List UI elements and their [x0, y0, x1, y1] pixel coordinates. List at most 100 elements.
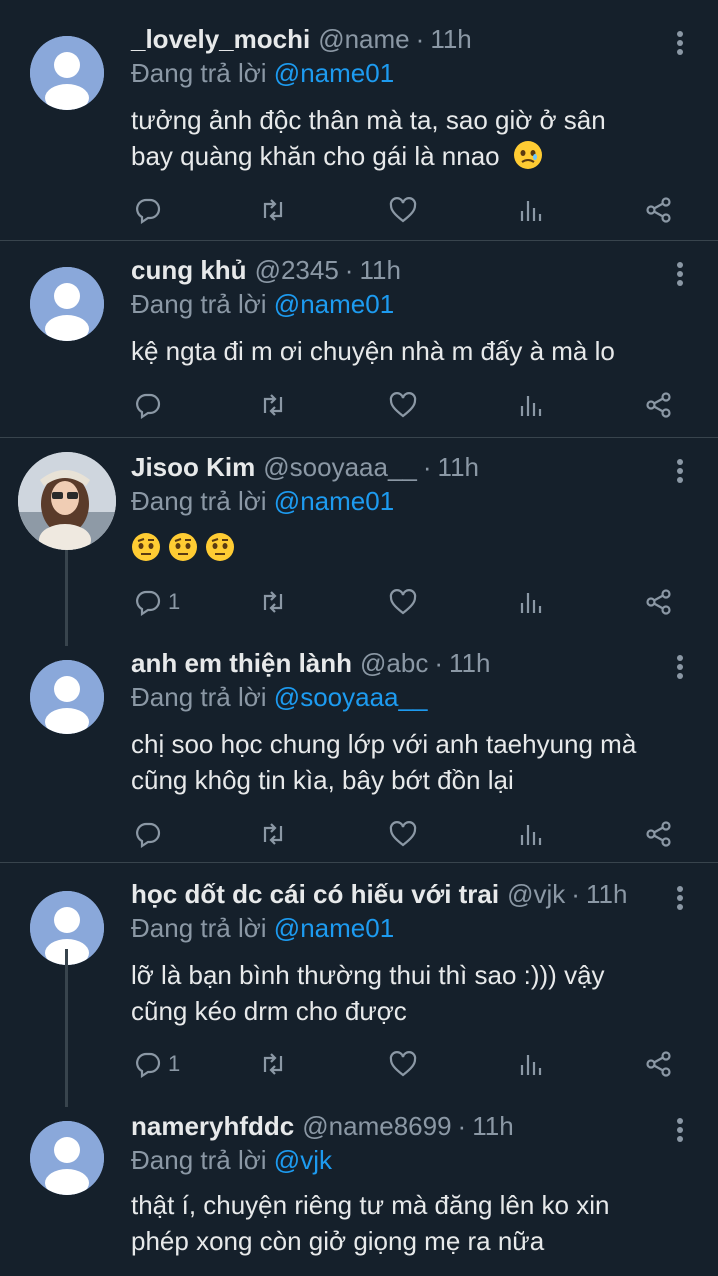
retweet-icon	[263, 199, 283, 221]
avatar[interactable]	[30, 1121, 104, 1195]
tweet-text: chị soo học chung lớp với anh taehyung m…	[131, 726, 701, 798]
avatar[interactable]	[30, 267, 104, 341]
like-icon	[389, 821, 417, 847]
user-handle[interactable]: @2345	[255, 255, 339, 286]
reply-icon	[136, 822, 161, 848]
tweet[interactable]: _lovely_mochi @name · 11h Đang trả lời @…	[0, 0, 718, 240]
views-icon	[520, 396, 542, 416]
share-icon	[646, 821, 671, 847]
reply-icon	[136, 1052, 161, 1078]
tweet[interactable]: nameryhfddc @name8699 · 11h Đang trả lời…	[0, 1093, 718, 1276]
tweet[interactable]: anh em thiện lành @abc · 11h Đang trả lờ…	[0, 646, 718, 862]
timestamp[interactable]: 11h	[438, 452, 479, 483]
tweet-text: tưởng ảnh độc thân mà ta, sao giờ ở sân …	[131, 102, 701, 174]
like-icon	[389, 589, 417, 615]
display-name[interactable]: _lovely_mochi	[131, 24, 310, 55]
tweet-text: kệ ngta đi m ơi chuyện nhà m đấy à mà lo	[131, 333, 701, 369]
views-button[interactable]	[519, 192, 545, 228]
reply-button[interactable]	[134, 816, 168, 852]
timestamp[interactable]: 11h	[449, 648, 490, 679]
user-handle[interactable]: @vjk	[507, 879, 565, 910]
user-handle[interactable]: @name8699	[302, 1111, 451, 1142]
display-name[interactable]: Jisoo Kim	[131, 452, 255, 483]
action-bar	[0, 387, 718, 423]
tweet[interactable]: cung khủ @2345 · 11h Đang trả lời @name0…	[0, 241, 718, 437]
timestamp[interactable]: 11h	[472, 1111, 513, 1142]
reply-mention-link[interactable]: @sooyaaa__	[274, 682, 428, 712]
timestamp[interactable]: 11h	[586, 879, 627, 910]
views-button[interactable]	[519, 584, 545, 620]
reply-mention-link[interactable]: @name01	[274, 289, 394, 319]
user-handle[interactable]: @sooyaaa__	[263, 452, 417, 483]
like-button[interactable]	[388, 1046, 418, 1082]
like-icon	[389, 197, 417, 223]
reply-count: 1	[168, 589, 181, 614]
reply-count: 1	[168, 1051, 181, 1076]
tweet[interactable]: Jisoo Kim @sooyaaa__ · 11h Đang trả lời …	[0, 438, 718, 646]
user-handle[interactable]: @abc	[360, 648, 428, 679]
reply-button[interactable]	[134, 192, 168, 228]
reply-mention-link[interactable]: @name01	[274, 486, 394, 516]
user-handle[interactable]: @name	[318, 24, 409, 55]
tweet-text-line: kệ ngta đi m ơi chuyện nhà m đấy à mà lo	[131, 336, 615, 366]
separator-dot: ·	[344, 255, 354, 285]
retweet-button[interactable]	[258, 387, 288, 423]
like-button[interactable]	[388, 192, 418, 228]
more-icon[interactable]	[672, 261, 688, 287]
share-button[interactable]	[645, 816, 673, 852]
reply-button[interactable]: 1	[134, 1046, 180, 1082]
reply-mention-link[interactable]: @name01	[274, 913, 394, 943]
action-bar	[0, 816, 718, 852]
reply-button[interactable]	[134, 387, 168, 423]
retweet-icon	[263, 823, 283, 845]
avatar[interactable]	[30, 36, 104, 110]
share-icon	[646, 589, 671, 615]
replying-to-label: Đang trả lời	[131, 486, 267, 516]
display-name[interactable]: cung khủ	[131, 255, 247, 286]
replying-to: Đang trả lời @name01	[131, 58, 394, 89]
views-icon	[520, 593, 542, 613]
reply-icon	[136, 590, 161, 616]
display-name[interactable]: học dốt dc cái có hiếu với trai	[131, 879, 499, 910]
replying-to: Đang trả lời @name01	[131, 486, 394, 517]
views-button[interactable]	[519, 387, 545, 423]
tweet-text-line: cũng khôg tin kìa, bây bớt đồn lại	[131, 765, 514, 795]
retweet-button[interactable]	[258, 816, 288, 852]
raised-eyebrow-emoji-icon	[169, 533, 198, 561]
replying-to-label: Đang trả lời	[131, 913, 267, 943]
retweet-button[interactable]	[258, 584, 288, 620]
retweet-button[interactable]	[258, 192, 288, 228]
like-icon	[389, 1051, 417, 1077]
replying-to: Đang trả lời @name01	[131, 913, 394, 944]
display-name[interactable]: nameryhfddc	[131, 1111, 294, 1142]
timestamp[interactable]: 11h	[359, 255, 400, 286]
share-button[interactable]	[645, 584, 673, 620]
more-icon[interactable]	[672, 885, 688, 911]
timestamp[interactable]: 11h	[430, 24, 471, 55]
more-icon[interactable]	[672, 1117, 688, 1143]
display-name[interactable]: anh em thiện lành	[131, 648, 352, 679]
reply-button[interactable]: 1	[134, 584, 180, 620]
raised-eyebrow-emoji-icon	[132, 533, 160, 561]
thread-line	[65, 949, 68, 1107]
avatar-photo[interactable]	[18, 452, 116, 550]
like-button[interactable]	[388, 816, 418, 852]
like-button[interactable]	[388, 584, 418, 620]
share-button[interactable]	[645, 192, 673, 228]
avatar[interactable]	[30, 660, 104, 734]
views-button[interactable]	[519, 1046, 545, 1082]
reply-mention-link[interactable]: @name01	[274, 58, 394, 88]
retweet-button[interactable]	[258, 1046, 288, 1082]
tweet[interactable]: học dốt dc cái có hiếu với trai @vjk · 1…	[0, 863, 718, 1107]
share-button[interactable]	[645, 387, 673, 423]
more-icon[interactable]	[672, 30, 688, 56]
views-button[interactable]	[519, 816, 545, 852]
separator-dot: ·	[415, 24, 425, 54]
reply-mention-link[interactable]: @vjk	[274, 1145, 332, 1175]
replying-to: Đang trả lời @sooyaaa__	[131, 682, 427, 713]
more-icon[interactable]	[672, 458, 688, 484]
more-icon[interactable]	[672, 654, 688, 680]
tweet-text-line: tưởng ảnh độc thân mà ta, sao giờ ở sân	[131, 105, 606, 135]
like-button[interactable]	[388, 387, 418, 423]
share-button[interactable]	[645, 1046, 673, 1082]
